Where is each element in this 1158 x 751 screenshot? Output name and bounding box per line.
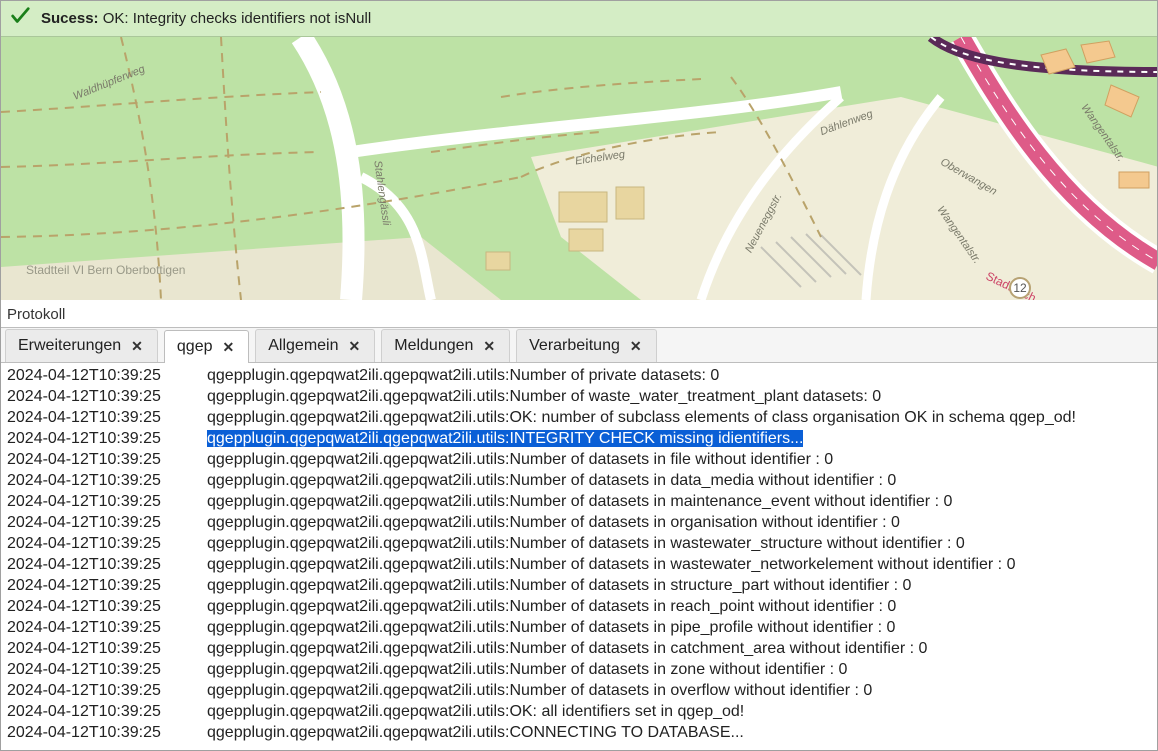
log-row[interactable]: 2024-04-12T10:39:25qgepplugin.qgepqwat2i… [1, 428, 1157, 449]
log-message: qgepplugin.qgepqwat2ili.qgepqwat2ili.uti… [207, 659, 1157, 680]
log-timestamp: 2024-04-12T10:39:25 [1, 596, 207, 617]
log-timestamp: 2024-04-12T10:39:25 [1, 407, 207, 428]
tab-qgep[interactable]: qgep ✕ [164, 330, 249, 363]
log-row[interactable]: 2024-04-12T10:39:25qgepplugin.qgepqwat2i… [1, 491, 1157, 512]
log-row[interactable]: 2024-04-12T10:39:25qgepplugin.qgepqwat2i… [1, 722, 1157, 743]
log-message: qgepplugin.qgepqwat2ili.qgepqwat2ili.uti… [207, 596, 1157, 617]
close-icon[interactable]: ✕ [347, 338, 363, 355]
log-timestamp: 2024-04-12T10:39:25 [1, 428, 207, 449]
tab-label: Meldungen [394, 337, 473, 355]
log-message: qgepplugin.qgepqwat2ili.qgepqwat2ili.uti… [207, 428, 1157, 449]
log-timestamp: 2024-04-12T10:39:25 [1, 365, 207, 386]
log-row[interactable]: 2024-04-12T10:39:25qgepplugin.qgepqwat2i… [1, 659, 1157, 680]
map-marker[interactable]: 12 [1009, 277, 1031, 299]
tab-label: Allgemein [268, 337, 338, 355]
tab-label: qgep [177, 338, 213, 356]
panel-title: Protokoll [1, 300, 1157, 327]
log-message: qgepplugin.qgepqwat2ili.qgepqwat2ili.uti… [207, 407, 1157, 428]
log-message: qgepplugin.qgepqwat2ili.qgepqwat2ili.uti… [207, 575, 1157, 596]
log-view[interactable]: 2024-04-12T10:39:25qgepplugin.qgepqwat2i… [1, 363, 1157, 750]
log-row[interactable]: 2024-04-12T10:39:25qgepplugin.qgepqwat2i… [1, 386, 1157, 407]
map-canvas[interactable]: Waldhüpferweg Eichelweg Dählenweg Oberwa… [1, 37, 1157, 300]
close-icon[interactable]: ✕ [481, 338, 497, 355]
log-timestamp: 2024-04-12T10:39:25 [1, 722, 207, 743]
log-message: qgepplugin.qgepqwat2ili.qgepqwat2ili.uti… [207, 449, 1157, 470]
log-timestamp: 2024-04-12T10:39:25 [1, 575, 207, 596]
log-row[interactable]: 2024-04-12T10:39:25qgepplugin.qgepqwat2i… [1, 680, 1157, 701]
log-message: qgepplugin.qgepqwat2ili.qgepqwat2ili.uti… [207, 701, 1157, 722]
log-message: qgepplugin.qgepqwat2ili.qgepqwat2ili.uti… [207, 722, 1157, 743]
tab-erweiterungen[interactable]: Erweiterungen ✕ [5, 329, 158, 362]
log-message: qgepplugin.qgepqwat2ili.qgepqwat2ili.uti… [207, 617, 1157, 638]
tab-label: Erweiterungen [18, 337, 121, 355]
close-icon[interactable]: ✕ [628, 338, 644, 355]
log-message: qgepplugin.qgepqwat2ili.qgepqwat2ili.uti… [207, 470, 1157, 491]
log-row[interactable]: 2024-04-12T10:39:25qgepplugin.qgepqwat2i… [1, 365, 1157, 386]
tab-allgemein[interactable]: Allgemein ✕ [255, 329, 375, 362]
close-icon[interactable]: ✕ [221, 339, 237, 356]
log-message: qgepplugin.qgepqwat2ili.qgepqwat2ili.uti… [207, 554, 1157, 575]
log-row[interactable]: 2024-04-12T10:39:25qgepplugin.qgepqwat2i… [1, 554, 1157, 575]
success-text: Sucess: OK: Integrity checks identifiers… [41, 10, 371, 27]
log-row[interactable]: 2024-04-12T10:39:25qgepplugin.qgepqwat2i… [1, 449, 1157, 470]
log-row[interactable]: 2024-04-12T10:39:25qgepplugin.qgepqwat2i… [1, 407, 1157, 428]
log-timestamp: 2024-04-12T10:39:25 [1, 470, 207, 491]
log-timestamp: 2024-04-12T10:39:25 [1, 449, 207, 470]
log-timestamp: 2024-04-12T10:39:25 [1, 533, 207, 554]
log-message: qgepplugin.qgepqwat2ili.qgepqwat2ili.uti… [207, 512, 1157, 533]
success-banner: Sucess: OK: Integrity checks identifiers… [1, 1, 1157, 37]
tab-meldungen[interactable]: Meldungen ✕ [381, 329, 510, 362]
log-row[interactable]: 2024-04-12T10:39:25qgepplugin.qgepqwat2i… [1, 638, 1157, 659]
log-row[interactable]: 2024-04-12T10:39:25qgepplugin.qgepqwat2i… [1, 512, 1157, 533]
log-timestamp: 2024-04-12T10:39:25 [1, 659, 207, 680]
log-timestamp: 2024-04-12T10:39:25 [1, 638, 207, 659]
log-message: qgepplugin.qgepqwat2ili.qgepqwat2ili.uti… [207, 638, 1157, 659]
log-timestamp: 2024-04-12T10:39:25 [1, 386, 207, 407]
log-timestamp: 2024-04-12T10:39:25 [1, 554, 207, 575]
log-row[interactable]: 2024-04-12T10:39:25qgepplugin.qgepqwat2i… [1, 533, 1157, 554]
check-icon [9, 5, 31, 32]
log-tabbar: Erweiterungen ✕ qgep ✕ Allgemein ✕ Meldunge… [1, 327, 1157, 363]
log-message: qgepplugin.qgepqwat2ili.qgepqwat2ili.uti… [207, 533, 1157, 554]
log-timestamp: 2024-04-12T10:39:25 [1, 617, 207, 638]
log-row[interactable]: 2024-04-12T10:39:25qgepplugin.qgepqwat2i… [1, 575, 1157, 596]
log-timestamp: 2024-04-12T10:39:25 [1, 491, 207, 512]
log-message: qgepplugin.qgepqwat2ili.qgepqwat2ili.uti… [207, 680, 1157, 701]
log-timestamp: 2024-04-12T10:39:25 [1, 701, 207, 722]
log-timestamp: 2024-04-12T10:39:25 [1, 680, 207, 701]
log-message: qgepplugin.qgepqwat2ili.qgepqwat2ili.uti… [207, 386, 1157, 407]
tab-verarbeitung[interactable]: Verarbeitung ✕ [516, 329, 656, 362]
log-message: qgepplugin.qgepqwat2ili.qgepqwat2ili.uti… [207, 365, 1157, 386]
log-timestamp: 2024-04-12T10:39:25 [1, 512, 207, 533]
map-label: Stadtteil VI Bern Oberbottigen [26, 263, 185, 277]
log-row[interactable]: 2024-04-12T10:39:25qgepplugin.qgepqwat2i… [1, 470, 1157, 491]
log-row[interactable]: 2024-04-12T10:39:25qgepplugin.qgepqwat2i… [1, 596, 1157, 617]
log-message: qgepplugin.qgepqwat2ili.qgepqwat2ili.uti… [207, 491, 1157, 512]
log-row[interactable]: 2024-04-12T10:39:25qgepplugin.qgepqwat2i… [1, 617, 1157, 638]
tab-label: Verarbeitung [529, 337, 620, 355]
close-icon[interactable]: ✕ [129, 338, 145, 355]
log-row[interactable]: 2024-04-12T10:39:25qgepplugin.qgepqwat2i… [1, 701, 1157, 722]
